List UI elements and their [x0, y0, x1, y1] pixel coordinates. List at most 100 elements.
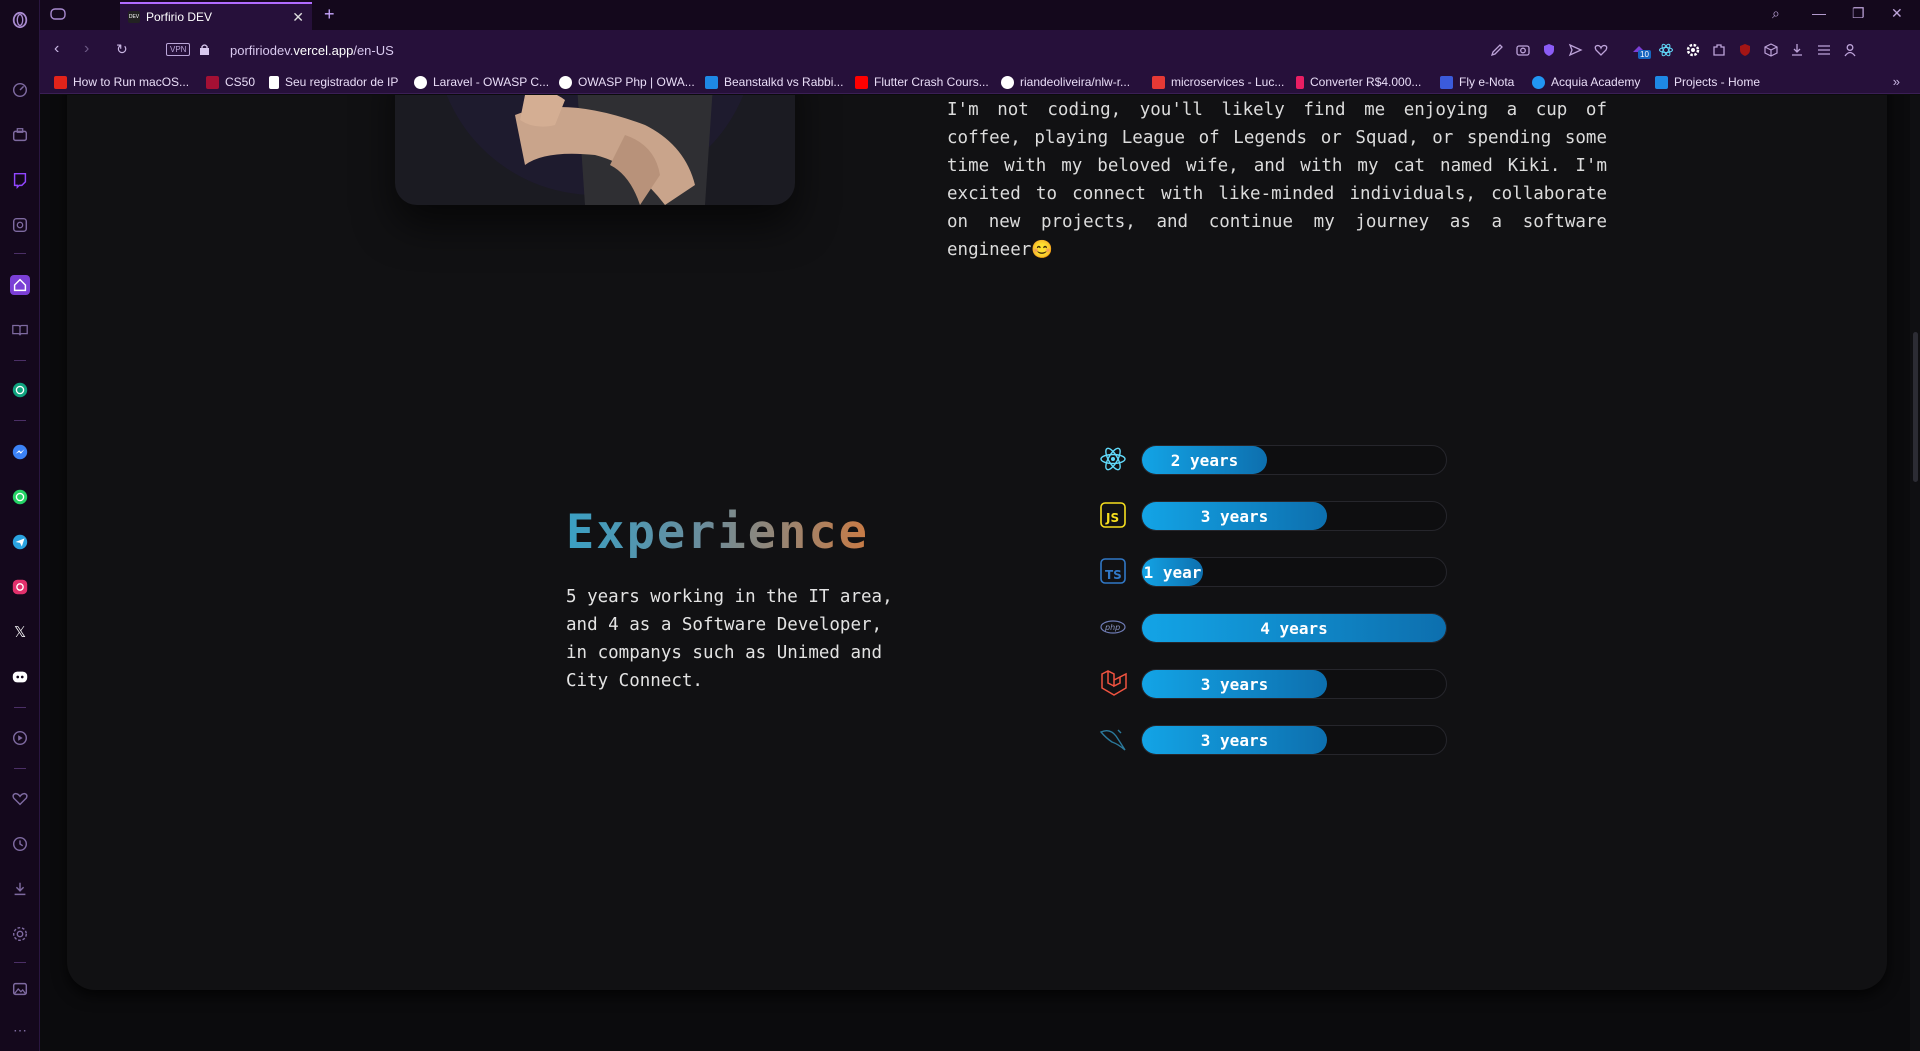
bookmark-item[interactable]: How to Run macOS... [54, 75, 189, 89]
bookmark-favicon-icon [414, 75, 427, 89]
back-icon[interactable]: ‹ [54, 40, 59, 58]
easy-setup-icon[interactable] [1816, 42, 1832, 58]
work-icon[interactable] [10, 125, 30, 145]
experience-bar: 2 years [1141, 445, 1447, 475]
download-toolbar-icon[interactable] [1789, 42, 1805, 58]
experience-description: 5 years working in the IT area, and 4 as… [566, 587, 893, 691]
discord-icon[interactable] [10, 667, 30, 687]
profile-icon[interactable] [1842, 42, 1858, 58]
browser-sidebar: 𝕏 ⋯ [0, 0, 40, 1051]
svg-text:TS: TS [1105, 568, 1122, 582]
bookmark-item[interactable]: Flutter Crash Cours... [855, 75, 989, 89]
person-photo-illustration [515, 95, 713, 205]
bookmark-item[interactable]: Seu registrador de IP [269, 75, 398, 89]
bookmark-favicon-icon [705, 75, 718, 89]
bookmark-item[interactable]: microservices - Luc... [1152, 75, 1284, 89]
close-tab-icon[interactable]: ✕ [292, 9, 304, 26]
scrollbar-thumb[interactable] [1913, 332, 1918, 482]
shield-icon[interactable] [1541, 42, 1557, 58]
page-scrollbar[interactable] [1910, 95, 1920, 1051]
favorite-icon[interactable] [1593, 42, 1609, 58]
edit-icon[interactable] [1489, 42, 1505, 58]
tiles-icon[interactable] [10, 215, 30, 235]
bookmark-item[interactable]: Acquia Academy [1532, 75, 1640, 89]
more-bookmarks-icon[interactable]: » [1893, 74, 1900, 89]
send-icon[interactable] [1567, 42, 1583, 58]
forward-icon[interactable]: › [84, 40, 89, 58]
svg-text:JS: JS [1105, 511, 1119, 525]
chatgpt-icon[interactable] [10, 380, 30, 400]
experience-title: Experience [566, 505, 869, 560]
bookmark-item[interactable]: riandeoliveira/nlw-r... [1001, 75, 1130, 89]
reload-icon[interactable]: ↻ [116, 41, 128, 58]
messenger-icon[interactable] [10, 442, 30, 462]
settings-gear-icon[interactable] [10, 924, 30, 944]
tab-active[interactable]: DEV Porfirio DEV ✕ [120, 2, 312, 30]
experience-bar-fill: 3 years [1142, 726, 1327, 754]
heart-icon[interactable] [10, 789, 30, 809]
wallpaper-icon[interactable] [10, 979, 30, 999]
sidebar-divider [14, 360, 26, 361]
bookmark-label: Projects - Home [1674, 75, 1761, 89]
react-devtools-icon[interactable] [1658, 42, 1674, 58]
experience-bar-fill: 4 years [1142, 614, 1446, 642]
sidebar-divider [14, 707, 26, 708]
speed-dial-icon[interactable] [10, 80, 30, 100]
url-field[interactable]: porfiriodev.vercel.app/en-US [230, 43, 394, 58]
bookmark-label: Fly e-Nota [1459, 75, 1515, 89]
bookmark-favicon-icon [54, 75, 67, 89]
bookmark-label: How to Run macOS... [73, 75, 190, 89]
whatsapp-icon[interactable] [10, 487, 30, 507]
downloads-icon[interactable] [10, 879, 30, 899]
bookmark-item[interactable]: Projects - Home [1655, 75, 1760, 89]
player-icon[interactable] [10, 728, 30, 748]
ublock-icon[interactable] [1737, 42, 1753, 58]
bookmark-item[interactable]: Laravel - OWASP C... [414, 75, 549, 89]
workspaces-icon[interactable] [50, 7, 66, 21]
minimize-icon[interactable]: — [1812, 5, 1826, 21]
history-icon[interactable] [10, 834, 30, 854]
bookmark-label: Seu registrador de IP [285, 75, 399, 89]
url-prefix: porfiriodev. [230, 43, 294, 58]
sidebar-divider [14, 768, 26, 769]
bookmark-favicon-icon [1655, 75, 1668, 89]
bookmark-item[interactable]: CS50 [206, 75, 255, 89]
instagram-icon[interactable] [10, 577, 30, 597]
bookmark-item[interactable]: Fly e-Nota [1440, 75, 1514, 89]
bookmark-label: Beanstalkd vs Rabbi... [724, 75, 844, 89]
bookmark-item[interactable]: Beanstalkd vs Rabbi... [705, 75, 843, 89]
opera-logo-icon[interactable] [10, 10, 30, 30]
snapshot-icon[interactable] [1515, 42, 1531, 58]
vpn-badge[interactable]: VPN [166, 43, 191, 56]
bookmark-item[interactable]: OWASP Php | OWA... [559, 75, 695, 89]
bookmark-label: Flutter Crash Cours... [874, 75, 989, 89]
lock-icon[interactable] [200, 42, 209, 55]
reading-list-icon[interactable] [10, 320, 30, 340]
sidebar-divider [14, 962, 26, 963]
sidebar-divider [14, 253, 26, 254]
restore-icon[interactable]: ❐ [1852, 5, 1865, 22]
telegram-icon[interactable] [10, 532, 30, 552]
bookmark-item[interactable]: Converter R$4.000... [1296, 75, 1421, 89]
more-options-icon[interactable]: ⋯ [10, 1020, 30, 1040]
bookmarks-bar: How to Run macOS... CS50 Seu registrador… [40, 70, 1920, 94]
bookmark-label: Acquia Academy [1551, 75, 1641, 89]
new-tab-icon[interactable]: + [324, 4, 335, 25]
search-tabs-icon[interactable]: ⌕ [1772, 5, 1780, 22]
extension-counter-icon[interactable]: 10 [1631, 42, 1651, 59]
twitch-icon[interactable] [10, 170, 30, 190]
puzzle-extension-icon[interactable] [1711, 42, 1727, 58]
bookmark-favicon-icon [1440, 75, 1453, 89]
extension-badge: 10 [1638, 50, 1651, 59]
mysql-icon [1097, 723, 1129, 755]
bookmark-label: riandeoliveira/nlw-r... [1020, 75, 1131, 89]
x-twitter-icon[interactable]: 𝕏 [10, 622, 30, 642]
tab-favicon: DEV [128, 11, 140, 23]
close-window-icon[interactable]: ✕ [1891, 5, 1903, 22]
settings-extension-icon[interactable] [1685, 42, 1701, 58]
home-icon[interactable] [10, 275, 30, 295]
cube-icon[interactable] [1763, 42, 1779, 58]
typescript-icon: TS [1097, 555, 1129, 587]
tab-bar: DEV Porfirio DEV ✕ + ⌕ — ❐ ✕ [40, 0, 1920, 30]
bookmark-label: Laravel - OWASP C... [433, 75, 550, 89]
